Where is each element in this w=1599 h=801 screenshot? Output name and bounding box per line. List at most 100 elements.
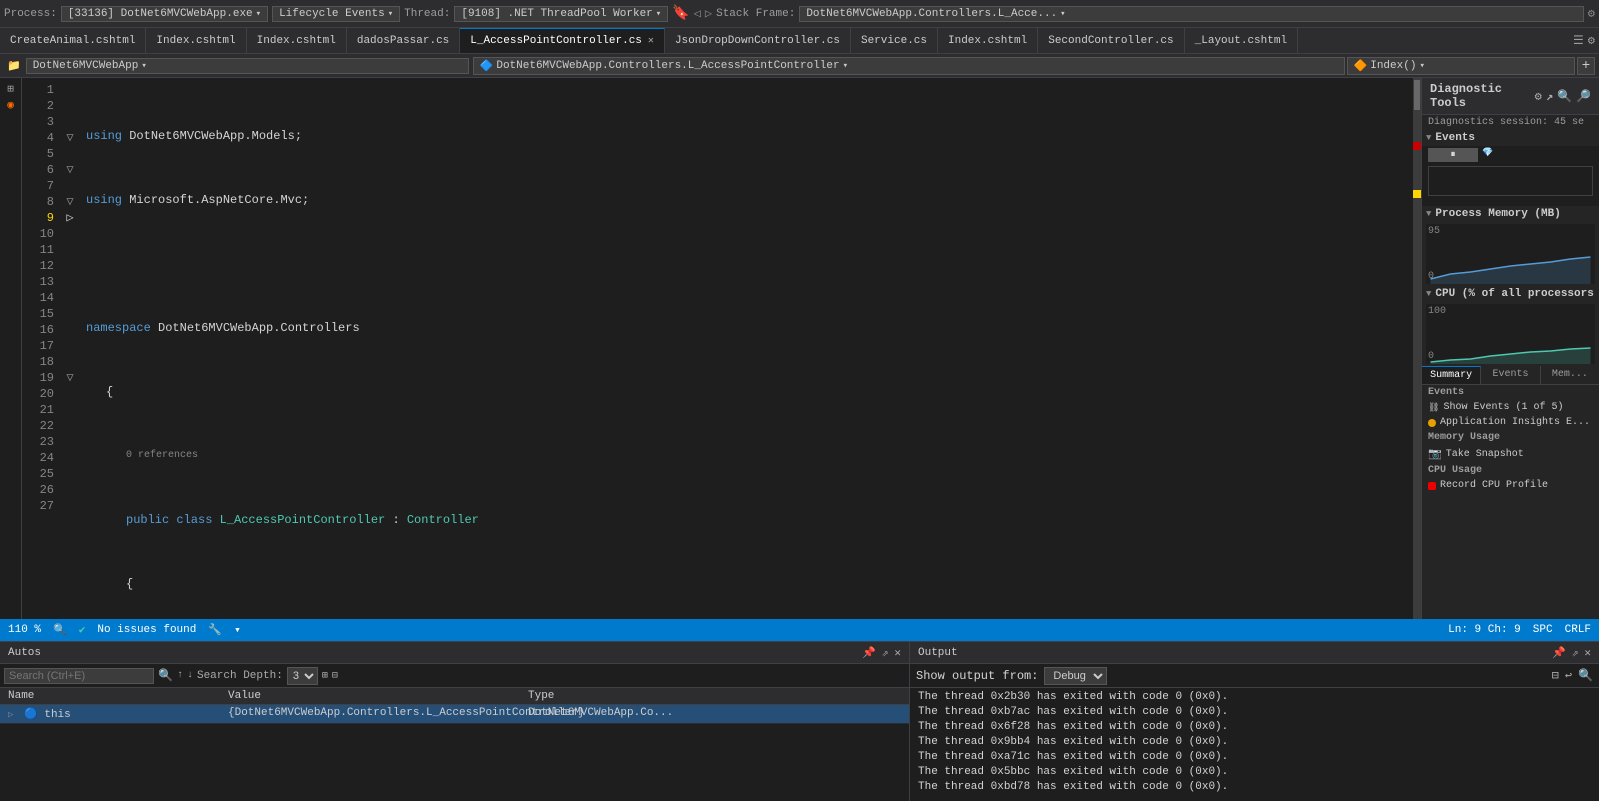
collapse-6[interactable]: ▽ bbox=[66, 162, 73, 178]
project-selector[interactable]: DotNet6MVCWebApp ▾ bbox=[26, 58, 469, 74]
diag-tab-mem[interactable]: Mem... bbox=[1541, 366, 1599, 384]
diag-cpu-usage-header: CPU Usage bbox=[1422, 463, 1599, 478]
line-num-3: 3 bbox=[22, 114, 54, 130]
diag-settings-icon[interactable]: ⚙ bbox=[1535, 89, 1542, 104]
collapse-4[interactable]: ▽ bbox=[66, 130, 73, 146]
expand-icon[interactable]: ⊞ bbox=[322, 670, 328, 682]
tab-index2[interactable]: Index.cshtml bbox=[247, 28, 347, 53]
output-float-icon[interactable]: ⇗ bbox=[1572, 646, 1579, 660]
output-source-select[interactable]: Debug bbox=[1044, 667, 1107, 685]
collapse-19[interactable]: ▽ bbox=[66, 370, 73, 386]
collapse-9: ▷ bbox=[66, 210, 73, 226]
diag-tabs: Summary Events Mem... bbox=[1422, 366, 1599, 385]
diag-take-snapshot[interactable]: 📷 Take Snapshot bbox=[1422, 445, 1599, 463]
output-toolbar: Show output from: Debug ⊟ ↩ 🔍 bbox=[910, 664, 1599, 688]
tabs-filter-icon[interactable]: ☰ bbox=[1573, 33, 1584, 48]
expand-this-arrow[interactable]: ▷ bbox=[8, 710, 13, 720]
diagnostic-tools-title: Diagnostic Tools bbox=[1430, 82, 1535, 110]
thread-selector[interactable]: [9108] .NET ThreadPool Worker ▾ bbox=[454, 6, 668, 22]
gutter-icon1: ⊞ bbox=[7, 82, 14, 96]
tab-index3[interactable]: Index.cshtml bbox=[938, 28, 1038, 53]
tab-layout-label: _Layout.cshtml bbox=[1195, 35, 1287, 47]
autos-row-this[interactable]: ▷ 🔵 this {DotNet6MVCWebApp.Controllers.L… bbox=[0, 705, 909, 724]
code-editor[interactable]: using DotNet6MVCWebApp.Models; using Mic… bbox=[78, 78, 1413, 619]
settings-icon[interactable]: ⚙ bbox=[1588, 6, 1595, 21]
tabs-settings-icon[interactable]: ⚙ bbox=[1588, 33, 1595, 48]
namespace-selector[interactable]: 🔷 DotNet6MVCWebApp.Controllers.L_AccessP… bbox=[473, 57, 1345, 75]
sort-asc-icon[interactable]: ↑ bbox=[177, 670, 183, 681]
memory-section-header[interactable]: ▼ Process Memory (MB) bbox=[1422, 206, 1599, 222]
tab-service[interactable]: Service.cs bbox=[851, 28, 938, 53]
tab-index2-label: Index.cshtml bbox=[257, 35, 336, 47]
lifecycle-dropdown-arrow: ▾ bbox=[388, 9, 393, 19]
line-num-20: 20 bbox=[22, 386, 54, 402]
diag-show-events[interactable]: ⛓ Show Events (1 of 5) bbox=[1422, 400, 1599, 415]
autos-toolbar: 🔍 ↑ ↓ Search Depth: 31245 ⊞ ⊟ bbox=[0, 664, 909, 688]
row-type-this: DotNet6MVCWebApp.Co... bbox=[528, 707, 901, 721]
tab-accesspoint-close[interactable]: ✕ bbox=[648, 35, 654, 47]
line-num-12: 12 bbox=[22, 258, 54, 274]
tab-layout[interactable]: _Layout.cshtml bbox=[1185, 28, 1298, 53]
method-selector[interactable]: 🔶 Index() ▾ bbox=[1347, 57, 1575, 75]
cpu-chart: 100 0 bbox=[1426, 304, 1595, 364]
diag-record-cpu[interactable]: Record CPU Profile bbox=[1422, 478, 1599, 493]
tab-accesspoint[interactable]: L_AccessPointController.cs ✕ bbox=[460, 28, 665, 53]
diag-app-insights[interactable]: Application Insights E... bbox=[1422, 415, 1599, 430]
output-panel: Output 📌 ⇗ ✕ Show output from: Debug ⊟ ↩… bbox=[910, 642, 1599, 801]
process-selector[interactable]: [33136] DotNet6MVCWebApp.exe ▾ bbox=[61, 6, 268, 22]
sort-desc-icon[interactable]: ↓ bbox=[187, 670, 193, 681]
diag-zoom-in-icon[interactable]: 🔍 bbox=[1557, 89, 1572, 104]
search-depth-select[interactable]: 31245 bbox=[287, 667, 318, 685]
add-location-button[interactable]: + bbox=[1577, 57, 1595, 75]
search-icon[interactable]: 🔍 bbox=[158, 668, 173, 683]
output-content: The thread 0x2b30 has exited with code 0… bbox=[910, 688, 1599, 801]
output-find-icon[interactable]: 🔍 bbox=[1578, 668, 1593, 683]
editor-scrollbar[interactable] bbox=[1413, 78, 1421, 619]
diag-zoom-out-icon[interactable]: 🔎 bbox=[1576, 89, 1591, 104]
tab-createanimal[interactable]: CreateAnimal.cshtml bbox=[0, 28, 146, 53]
autos-close-icon[interactable]: ✕ bbox=[894, 646, 901, 660]
tab-index1-label: Index.cshtml bbox=[156, 35, 235, 47]
lifecycle-events-button[interactable]: Lifecycle Events ▾ bbox=[272, 6, 400, 22]
diag-tab-events[interactable]: Events bbox=[1481, 366, 1540, 384]
events-section-label: Events bbox=[1435, 132, 1475, 144]
event-marker-icon: 💎 bbox=[1482, 148, 1493, 162]
col-value: Value bbox=[228, 690, 528, 702]
line-num-27: 27 bbox=[22, 498, 54, 514]
next-frame-icon[interactable]: ▷ bbox=[705, 6, 712, 21]
collapse-8[interactable]: ▽ bbox=[66, 194, 73, 210]
cpu-chart-svg bbox=[1426, 304, 1595, 364]
pause-button[interactable]: ⏸ bbox=[1428, 148, 1478, 162]
output-clear-icon[interactable]: ⊟ bbox=[1552, 668, 1559, 683]
code-line-4: namespace DotNet6MVCWebApp.Controllers bbox=[86, 320, 1405, 336]
events-section-header[interactable]: ▼ Events bbox=[1422, 130, 1599, 146]
tab-index1[interactable]: Index.cshtml bbox=[146, 28, 246, 53]
tab-jsondropdown[interactable]: JsonDropDownController.cs bbox=[665, 28, 851, 53]
diag-tab-summary[interactable]: Summary bbox=[1422, 366, 1481, 384]
diag-memory-usage-header: Memory Usage bbox=[1422, 430, 1599, 445]
diag-export-icon[interactable]: ↗ bbox=[1546, 89, 1553, 104]
namespace-name: DotNet6MVCWebApp.Controllers.L_AccessPoi… bbox=[496, 60, 839, 72]
output-close-icon[interactable]: ✕ bbox=[1584, 646, 1591, 660]
output-wrap-icon[interactable]: ↩ bbox=[1565, 668, 1572, 683]
line-num-7: 7 bbox=[22, 178, 54, 194]
this-label: this bbox=[44, 709, 70, 721]
line-num-16: 16 bbox=[22, 322, 54, 338]
line-num-8: 8 bbox=[22, 194, 54, 210]
collapse-all-icon[interactable]: ⊟ bbox=[332, 670, 338, 682]
output-pin-icon[interactable]: 📌 bbox=[1552, 646, 1566, 660]
crlf-indicator: CRLF bbox=[1565, 624, 1591, 636]
autos-pin-icon[interactable]: 📌 bbox=[862, 646, 876, 660]
scrollbar-thumb[interactable] bbox=[1414, 80, 1420, 110]
autos-table-header: Name Value Type bbox=[0, 688, 909, 705]
autos-float-icon[interactable]: ⇗ bbox=[882, 646, 889, 660]
autos-search-input[interactable] bbox=[4, 668, 154, 684]
tab-dadospassar[interactable]: dadosPassar.cs bbox=[347, 28, 460, 53]
app-insights-label: Application Insights E... bbox=[1440, 417, 1590, 428]
stack-frame-selector[interactable]: DotNet6MVCWebApp.Controllers.L_Acce... ▾ bbox=[799, 6, 1583, 22]
prev-frame-icon[interactable]: ◁ bbox=[694, 6, 701, 21]
autos-title: Autos bbox=[8, 647, 41, 659]
cpu-section-header[interactable]: ▼ CPU (% of all processors bbox=[1422, 286, 1599, 302]
tab-secondcontroller[interactable]: SecondController.cs bbox=[1038, 28, 1184, 53]
line-num-21: 21 bbox=[22, 402, 54, 418]
